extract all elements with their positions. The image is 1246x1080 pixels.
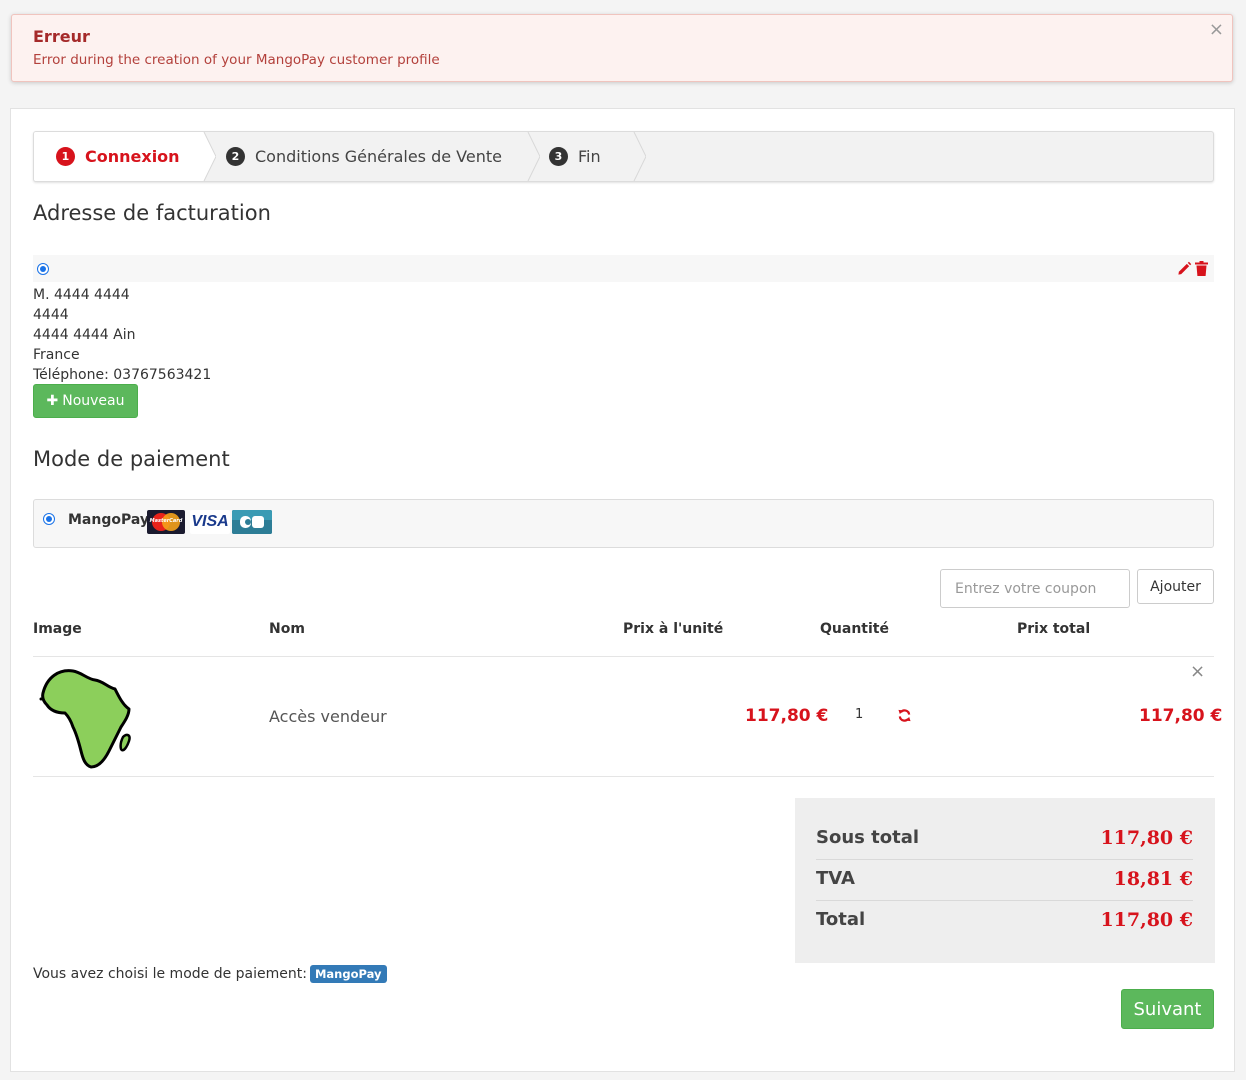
address-line: France: [33, 347, 80, 363]
totals-box: Sous total 117,80 € TVA 18,81 € Total 11…: [795, 798, 1215, 963]
address-line: Téléphone: 03767563421: [33, 367, 212, 383]
remove-item-icon[interactable]: ×: [1190, 661, 1205, 682]
tax-label: TVA: [816, 868, 855, 889]
edit-pencil-icon[interactable]: [1177, 261, 1192, 276]
subtotal-row: Sous total 117,80 €: [816, 819, 1193, 860]
subtotal-value: 117,80 €: [1100, 827, 1193, 849]
column-header-total: Prix total: [1017, 621, 1091, 637]
cb-logo: [232, 510, 272, 534]
address-row: [33, 255, 1214, 282]
payment-method-label: MangoPay: [68, 512, 150, 528]
total-label: Total: [816, 909, 866, 930]
alert-title: Erreur: [33, 27, 90, 46]
column-header-unit-price: Prix à l'unité: [623, 621, 724, 637]
step-cgv[interactable]: 2 Conditions Générales de Vente: [226, 132, 526, 181]
address-line: 4444: [33, 307, 69, 323]
coupon-input[interactable]: [940, 569, 1130, 608]
tax-row: TVA 18,81 €: [816, 860, 1193, 901]
new-address-button[interactable]: ✚ Nouveau: [33, 384, 138, 418]
africa-map-icon: [39, 669, 131, 769]
new-address-label: Nouveau: [62, 393, 125, 409]
address-text: M. 4444 4444 4444 4444 4444 Ain France T…: [33, 285, 211, 385]
next-button[interactable]: Suivant: [1121, 989, 1214, 1029]
chosen-payment-text: Vous avez choisi le mode de paiement: Man…: [33, 965, 387, 983]
column-header-quantity: Quantité: [820, 621, 889, 637]
quantity-value[interactable]: 1: [855, 707, 863, 722]
step-connexion[interactable]: 1 Connexion: [34, 132, 204, 181]
address-line: M. 4444 4444: [33, 287, 130, 303]
alert-message: Error during the creation of your MangoP…: [33, 52, 440, 68]
column-header-name: Nom: [269, 621, 305, 637]
trash-icon[interactable]: [1195, 261, 1208, 276]
step-separator-icon: [633, 132, 646, 181]
step-number: 1: [56, 147, 75, 166]
total-value: 117,80 €: [1100, 909, 1193, 931]
payment-radio[interactable]: [43, 513, 55, 525]
address-radio[interactable]: [37, 263, 49, 275]
visa-logo: VISA: [190, 510, 230, 534]
step-separator-icon: [527, 132, 540, 181]
address-line: 4444 4444 Ain: [33, 327, 136, 343]
add-coupon-button[interactable]: Ajouter: [1137, 569, 1214, 604]
step-number: 2: [226, 147, 245, 166]
step-label: Connexion: [85, 147, 180, 166]
step-fin[interactable]: 3 Fin: [549, 132, 629, 181]
billing-heading: Adresse de facturation: [33, 201, 271, 225]
product-name: Accès vendeur: [269, 707, 387, 726]
table-divider: [33, 776, 1214, 777]
chosen-payment-label: Vous avez choisi le mode de paiement:: [33, 966, 307, 982]
payment-heading: Mode de paiement: [33, 447, 230, 471]
checkout-card: 1 Connexion 2 Conditions Générales de Ve…: [10, 108, 1235, 1072]
checkout-steps: 1 Connexion 2 Conditions Générales de Ve…: [33, 131, 1214, 182]
row-total-price: 117,80 €: [1139, 706, 1223, 726]
mastercard-logo: MasterCard: [147, 510, 185, 534]
payment-badge: MangoPay: [309, 965, 387, 983]
tax-value: 18,81 €: [1113, 868, 1193, 890]
step-separator-icon: [196, 132, 216, 181]
step-label: Conditions Générales de Vente: [255, 147, 502, 166]
refresh-icon[interactable]: [898, 709, 911, 722]
step-number: 3: [549, 147, 568, 166]
total-row: Total 117,80 €: [816, 901, 1193, 942]
payment-option[interactable]: MangoPay MasterCard VISA: [33, 499, 1214, 548]
unit-price: 117,80 €: [745, 706, 829, 726]
error-alert: Erreur Error during the creation of your…: [11, 14, 1233, 82]
plus-icon: ✚: [46, 393, 59, 409]
step-label: Fin: [578, 147, 601, 166]
column-header-image: Image: [33, 621, 82, 637]
table-divider: [33, 656, 1214, 657]
subtotal-label: Sous total: [816, 827, 920, 848]
close-icon[interactable]: ×: [1209, 19, 1224, 40]
